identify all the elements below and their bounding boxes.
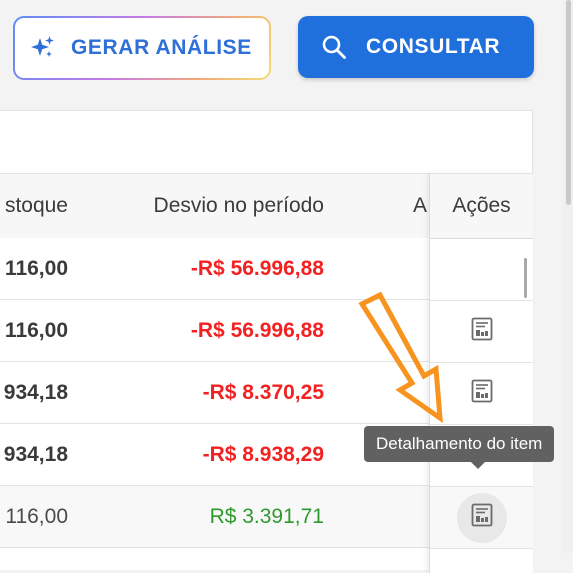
- cell-desvio: -R$ 8.938,29: [202, 443, 324, 466]
- tooltip-arrow: [470, 461, 486, 469]
- cell-estoque: 116,00: [4, 319, 68, 342]
- document-report-icon: [469, 316, 495, 347]
- results-table-card: stoque Desvio no período A 116,00 -R$ 56…: [0, 110, 533, 573]
- cell-estoque: 116,00: [5, 505, 68, 528]
- acoes-column: Ações: [429, 173, 533, 573]
- document-report-icon: [469, 502, 495, 533]
- column-header-acoes: Ações: [430, 173, 533, 239]
- consultar-label: CONSULTAR: [366, 35, 501, 58]
- detalhamento-button[interactable]: [457, 307, 507, 357]
- cell-desvio: R$ 3.391,71: [209, 505, 324, 528]
- cell-estoque: 934,18: [3, 381, 68, 404]
- page-scrollbar-thumb[interactable]: [566, 0, 571, 205]
- column-header-desvio[interactable]: Desvio no período: [154, 174, 324, 238]
- detalhamento-button[interactable]: [457, 369, 507, 419]
- acoes-cell: [430, 239, 533, 301]
- acoes-cell: [430, 487, 533, 549]
- column-header-estoque[interactable]: stoque: [5, 174, 68, 238]
- consultar-button[interactable]: CONSULTAR: [298, 16, 534, 78]
- tooltip: Detalhamento do item: [364, 426, 555, 462]
- gerar-analise-label: GERAR ANÁLISE: [71, 36, 252, 59]
- cell-desvio: -R$ 56.996,88: [190, 257, 324, 280]
- cell-desvio: -R$ 56.996,88: [190, 319, 324, 342]
- search-icon: [320, 33, 348, 61]
- column-header-partial[interactable]: A: [413, 174, 427, 238]
- detalhamento-button[interactable]: [456, 492, 507, 543]
- gerar-analise-button[interactable]: GERAR ANÁLISE: [13, 16, 271, 80]
- table-scrollbar[interactable]: [524, 258, 527, 298]
- document-report-icon: [469, 378, 495, 409]
- sparkle-icon: [29, 34, 57, 62]
- cell-estoque: 116,00: [4, 257, 68, 280]
- cell-desvio: -R$ 8.370,25: [202, 381, 324, 404]
- acoes-cell: [430, 363, 533, 425]
- acoes-cell: [430, 301, 533, 363]
- cell-estoque: 934,18: [3, 443, 68, 466]
